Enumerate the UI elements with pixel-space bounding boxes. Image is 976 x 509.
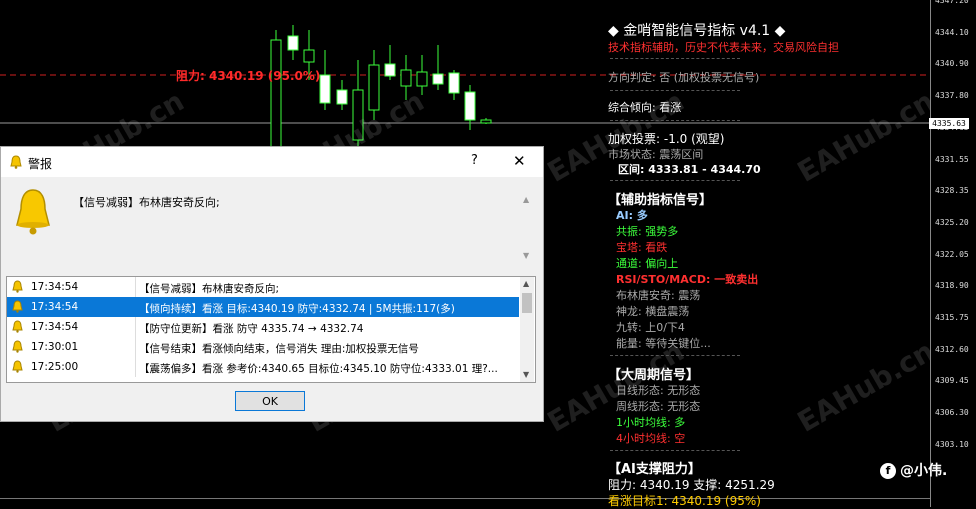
message-scrollbar[interactable]: ▲ ▼ <box>521 195 533 261</box>
cycle-header: 【大周期信号】 <box>608 368 700 383</box>
bell-icon <box>9 154 23 173</box>
energy-signal: 能量: 等待关键位... <box>616 337 711 350</box>
list-item[interactable]: 17:25:00 【震荡偏多】看涨 参考价:4340.65 目标位:4345.1… <box>7 357 519 377</box>
list-item[interactable]: 17:34:54 【防守位更新】看涨 防守 4335.74 → 4332.74 <box>7 317 519 337</box>
axis-tick-label: 4318.90 <box>935 281 969 291</box>
axis-tick-label: 4328.35 <box>935 186 969 196</box>
axis-tick-label: 4312.60 <box>935 344 969 354</box>
range-text: 区间: 4333.81 - 4344.70 <box>618 163 761 176</box>
market-state: 市场状态: 震荡区间 <box>608 148 704 161</box>
row-time: 17:34:54 <box>31 301 79 313</box>
alert-message: 【信号减弱】布林唐安奇反向; <box>73 196 220 209</box>
bell-icon <box>11 280 24 296</box>
row-time: 17:34:54 <box>31 321 79 333</box>
disclaimer: 技术指标辅助，历史不代表未来，交易风险自担 <box>608 41 839 54</box>
bell-icon <box>11 340 24 356</box>
axis-tick-label: 4303.10 <box>935 439 969 449</box>
bell-icon <box>11 300 24 316</box>
rsi-signal: RSI/STO/MACD: 一致卖出 <box>616 273 759 286</box>
list-item[interactable]: 17:34:54 【倾向持续】看涨 目标:4340.19 防守:4332.74 … <box>7 297 519 317</box>
dragon-signal: 神龙: 横盘震荡 <box>616 305 690 318</box>
row-time: 17:34:54 <box>31 281 79 293</box>
axis-tick-label: 4347.20 <box>935 0 969 5</box>
axis-tick-label: 4344.10 <box>935 27 969 37</box>
h4-ma: 4小时均线: 空 <box>616 432 686 445</box>
help-button[interactable]: ? <box>471 153 478 168</box>
resonance-signal: 共振: 强势多 <box>616 225 679 238</box>
list-item[interactable]: 17:30:01 【信号结束】看涨倾向结束，信号消失 理由:加权投票无信号 <box>7 337 519 357</box>
row-text: 【震荡偏多】看涨 参考价:4340.65 目标位:4345.10 防守位:433… <box>139 363 498 375</box>
row-text: 【防守位更新】看涨 防守 4335.74 → 4332.74 <box>139 323 364 335</box>
row-text: 【信号结束】看涨倾向结束，信号消失 理由:加权投票无信号 <box>139 343 419 355</box>
weekly-pattern: 周线形态: 无形态 <box>616 400 701 413</box>
signal-panel: ◆ 金哨智能信号指标 v4.1 ◆ 技术指标辅助，历史不代表未来，交易风险自担 … <box>606 0 916 508</box>
axis-tick-label: 4309.45 <box>935 376 969 386</box>
price-axis[interactable]: 4347.204344.104340.904337.804334.654331.… <box>930 0 976 507</box>
row-text: 【倾向持续】看涨 目标:4340.19 防守:4332.74 | 5M共振:11… <box>139 303 455 315</box>
list-item[interactable]: 17:34:54 【信号减弱】布林唐安奇反向; <box>7 277 519 297</box>
weighted-vote: 加权投票: -1.0 (观望) <box>608 132 725 146</box>
axis-tick-label: 4340.90 <box>935 59 969 69</box>
dialog-titlebar[interactable]: 警报 ? ✕ <box>1 147 543 177</box>
direction-text: 方向判定: 否 (加权投票无信号) <box>608 71 760 84</box>
scroll-thumb[interactable] <box>522 293 532 313</box>
row-time: 17:30:01 <box>31 341 79 353</box>
scroll-down-icon[interactable]: ▼ <box>523 370 529 379</box>
axis-tick-label: 4325.20 <box>935 217 969 227</box>
sr-header: 【AI支撑阻力】 <box>608 462 701 477</box>
sr-values: 阻力: 4340.19 支撑: 4251.29 <box>608 478 775 492</box>
resistance-label: 阻力: 4340.19 (95.0%) <box>176 69 321 83</box>
panel-title: ◆ 金哨智能信号指标 v4.1 ◆ <box>608 23 786 39</box>
bull-target: 看涨目标1: 4340.19 (95%) <box>608 494 761 508</box>
list-scrollbar[interactable]: ▲ ▼ <box>520 277 534 382</box>
message-area: 【信号减弱】布林唐安奇反向; ▲ ▼ <box>1 177 543 269</box>
aux-header: 【辅助指标信号】 <box>608 193 713 208</box>
daily-pattern: 日线形态: 无形态 <box>616 384 701 397</box>
row-time: 17:25:00 <box>31 361 79 373</box>
scroll-down-icon[interactable]: ▼ <box>523 251 529 260</box>
ai-signal: AI: 多 <box>616 209 648 222</box>
alert-dialog: 警报 ? ✕ 【信号减弱】布林唐安奇反向; ▲ ▼ 17:34:54 【信号减弱… <box>0 146 544 422</box>
ok-button[interactable]: OK <box>235 391 305 411</box>
scroll-up-icon[interactable]: ▲ <box>523 279 529 288</box>
axis-tick-label: 4306.30 <box>935 408 969 418</box>
tower-signal: 宝塔: 看跌 <box>616 241 668 254</box>
bell-icon <box>11 320 24 336</box>
row-text: 【信号减弱】布林唐安奇反向; <box>139 283 280 295</box>
dialog-title: 警报 <box>28 157 53 171</box>
axis-tick-label: 4315.75 <box>935 313 969 322</box>
scroll-up-icon[interactable]: ▲ <box>523 195 529 204</box>
close-button[interactable]: ✕ <box>513 152 526 170</box>
user-handle: f @小伟. <box>880 460 947 480</box>
alert-list: 17:34:54 【信号减弱】布林唐安奇反向; 17:34:54 【倾向持续】看… <box>6 276 536 383</box>
h1-ma: 1小时均线: 多 <box>616 416 686 429</box>
axis-tick-label: 4337.80 <box>935 91 969 101</box>
boll-signal: 布林唐安奇: 震荡 <box>616 289 701 302</box>
bell-icon <box>13 187 53 241</box>
facebook-icon: f <box>880 463 896 479</box>
overall-text: 综合倾向: 看涨 <box>608 101 682 114</box>
nine-signal: 九转: 上0/下4 <box>616 321 685 334</box>
axis-tick-label: 4331.55 <box>935 154 969 164</box>
bell-icon <box>11 360 24 376</box>
channel-signal: 通道: 偏向上 <box>616 257 679 270</box>
axis-tick-label: 4322.05 <box>935 249 969 259</box>
current-price-tag: 4335.63 <box>929 118 969 129</box>
